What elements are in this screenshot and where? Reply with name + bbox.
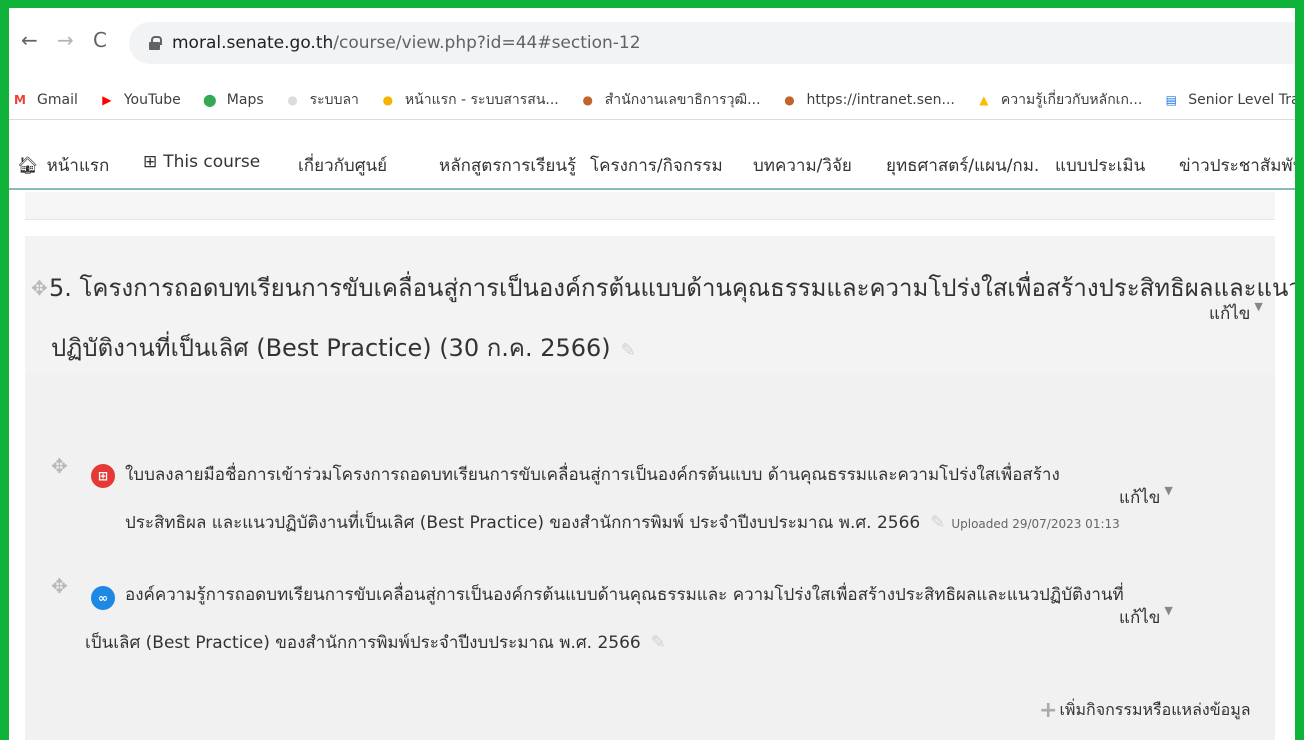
nav-articles[interactable]: บทความ/วิจัย <box>753 152 852 179</box>
move-icon[interactable]: ✥ <box>51 574 68 598</box>
activity-link[interactable]: ใบบลงลายมือชื่อการเข้าร่วมโครงการถอดบทเร… <box>125 452 1125 548</box>
activity-edit-label: แก้ไข <box>1119 488 1161 508</box>
bookmark-label: ความรู้เกี่ยวกับหลักเก... <box>1000 91 1143 108</box>
activity-edit-menu[interactable]: แก้ไข ▼ <box>1119 484 1173 511</box>
activity-line2: เป็นเลิศ (Best Practice) ของสำนักการพิมพ… <box>85 633 641 653</box>
activity-line1: องค์ความรู้การถอดบทเรียนการขับเคลื่อนสู่… <box>125 585 1124 605</box>
nav-courses[interactable]: หลักสูตรการเรียนรู้ <box>439 152 576 179</box>
bookmark-label: https://intranet.sen... <box>806 91 955 108</box>
caret-down-icon: ▼ <box>1164 604 1173 617</box>
emblem-icon: ● <box>382 92 394 107</box>
bookmark-label: หน้าแรก - ระบบสารสน... <box>404 91 559 108</box>
reload-icon[interactable]: C <box>93 28 107 52</box>
activity-item: ✥ ⊞ ใบบลงลายมือชื่อการเข้าร่วมโครงการถอด… <box>25 450 1275 550</box>
nav-strategy[interactable]: ยุทธศาสตร์/แผน/กม. <box>886 152 1039 179</box>
pdf-icon: ⊞ <box>91 464 115 488</box>
bookmark-label: Gmail <box>37 91 78 108</box>
section-header: ✥ 5. โครงการถอดบทเรียนการขับเคลื่อนสู่กา… <box>25 236 1295 374</box>
activity-line2: ประสิทธิผล และแนวปฏิบัติงานที่เป็นเลิศ (… <box>125 513 921 533</box>
bookmark-item[interactable]: ⬤ Maps <box>201 91 264 109</box>
bookmark-item[interactable]: ▲ ความรู้เกี่ยวกับหลักเก... <box>975 89 1142 111</box>
bookmark-label: Maps <box>226 91 264 108</box>
back-arrow-icon[interactable]: ← <box>21 28 38 52</box>
bookmark-item[interactable]: ▤ Senior Level Trainin... <box>1162 91 1295 109</box>
url-link-icon: ∞ <box>91 586 115 610</box>
add-activity-label: เพิ่มกิจกรรมหรือแหล่งข้อมูล <box>1059 700 1251 719</box>
bookmark-item[interactable]: ● ระบบลา <box>284 89 359 111</box>
section-title: 5. โครงการถอดบทเรียนการขับเคลื่อนสู่การเ… <box>49 258 1295 381</box>
bookmark-item[interactable]: ● https://intranet.sen... <box>781 91 955 109</box>
youtube-icon: ▶ <box>102 92 112 107</box>
page-icon: ● <box>287 92 298 107</box>
section-title-line1: 5. โครงการถอดบทเรียนการขับเคลื่อนสู่การเ… <box>49 274 1295 302</box>
activity-link[interactable]: องค์ความรู้การถอดบทเรียนการขับเคลื่อนสู่… <box>85 572 1125 667</box>
gmail-icon: M <box>14 92 26 107</box>
site-nav: 🏠︎ หน้าแรก ⊞ This course เกี่ยวกับศูนย์ หล… <box>9 134 1295 190</box>
drive-icon: ▲ <box>979 92 989 107</box>
bookmark-label: YouTube <box>123 91 181 108</box>
add-activity-button[interactable]: + เพิ่มกิจกรรมหรือแหล่งข้อมูล <box>1039 698 1251 723</box>
nav-home-label: หน้าแรก <box>46 156 110 176</box>
sitemap-icon: ⊞ <box>143 152 158 172</box>
nav-projects[interactable]: โครงการ/กิจกรรม <box>590 152 723 179</box>
activity-line2-row: ประสิทธิผล และแนวปฏิบัติงานที่เป็นเลิศ (… <box>125 499 1125 548</box>
url-host: moral.senate.go.th <box>172 33 334 53</box>
nav-this-course-label: This course <box>163 152 261 172</box>
section-title-line2: ปฏิบัติงานที่เป็นเลิศ (Best Practice) (3… <box>51 334 611 362</box>
activity-edit-label: แก้ไข <box>1119 608 1161 628</box>
bookmark-item[interactable]: ▶ YouTube <box>98 91 181 109</box>
forms-icon: ▤ <box>1165 92 1177 107</box>
activity-item: ✥ ∞ องค์ความรู้การถอดบทเรียนการขับเคลื่อ… <box>25 570 1275 670</box>
caret-down-icon: ▼ <box>1164 484 1173 497</box>
activity-edit-menu[interactable]: แก้ไข ▼ <box>1119 604 1173 631</box>
nav-this-course[interactable]: ⊞ This course <box>143 152 260 172</box>
nav-about[interactable]: เกี่ยวกับศูนย์ <box>298 152 387 179</box>
section-edit-label: แก้ไข <box>1209 304 1251 324</box>
address-bar-row: ← → C moral.senate.go.th/course/view.php… <box>9 8 1295 78</box>
nav-news[interactable]: ข่าวประชาสัมพัน <box>1179 152 1295 179</box>
move-icon[interactable]: ✥ <box>31 276 48 300</box>
bookmark-item[interactable]: ● หน้าแรก - ระบบสารสน... <box>379 89 559 111</box>
emblem-icon: ● <box>784 92 795 107</box>
plus-icon: + <box>1039 698 1058 723</box>
bookmark-item[interactable]: M Gmail <box>11 91 78 109</box>
lock-icon[interactable] <box>149 36 162 50</box>
nav-home[interactable]: 🏠︎ หน้าแรก <box>17 152 109 179</box>
forward-arrow-icon[interactable]: → <box>57 28 74 52</box>
course-section: ✥ 5. โครงการถอดบทเรียนการขับเคลื่อนสู่กา… <box>25 236 1295 740</box>
maps-icon: ⬤ <box>203 92 217 107</box>
browser-window: ← → C moral.senate.go.th/course/view.php… <box>9 8 1295 740</box>
previous-section <box>25 192 1275 220</box>
url-path: /course/view.php?id=44#section-12 <box>333 33 641 53</box>
caret-down-icon: ▼ <box>1254 300 1263 313</box>
bookmark-item[interactable]: ● สำนักงานเลขาธิการวุฒิ... <box>579 89 761 111</box>
bookmarks-bar: M Gmail ▶ YouTube ⬤ Maps ● ระบบลา ● หน้าแรก - ระบ… <box>9 80 1295 120</box>
pencil-icon[interactable]: ✎ <box>651 632 666 653</box>
nav-assessment[interactable]: แบบประเมิน <box>1055 152 1145 179</box>
pencil-icon[interactable]: ✎ <box>930 512 945 533</box>
move-icon[interactable]: ✥ <box>51 454 68 478</box>
url-bar[interactable]: moral.senate.go.th/course/view.php?id=44… <box>129 22 1295 64</box>
activity-line1: ใบบลงลายมือชื่อการเข้าร่วมโครงการถอดบทเร… <box>125 465 1060 485</box>
bookmark-label: Senior Level Trainin... <box>1188 91 1295 108</box>
section-edit-menu[interactable]: แก้ไข ▼ <box>1209 300 1263 327</box>
emblem-icon: ● <box>582 92 593 107</box>
bookmark-label: สำนักงานเลขาธิการวุฒิ... <box>604 91 761 108</box>
uploaded-timestamp: Uploaded 29/07/2023 01:13 <box>951 517 1120 531</box>
pencil-icon[interactable]: ✎ <box>621 340 636 361</box>
bookmark-label: ระบบลา <box>309 91 359 108</box>
home-icon: 🏠︎ <box>17 156 39 176</box>
